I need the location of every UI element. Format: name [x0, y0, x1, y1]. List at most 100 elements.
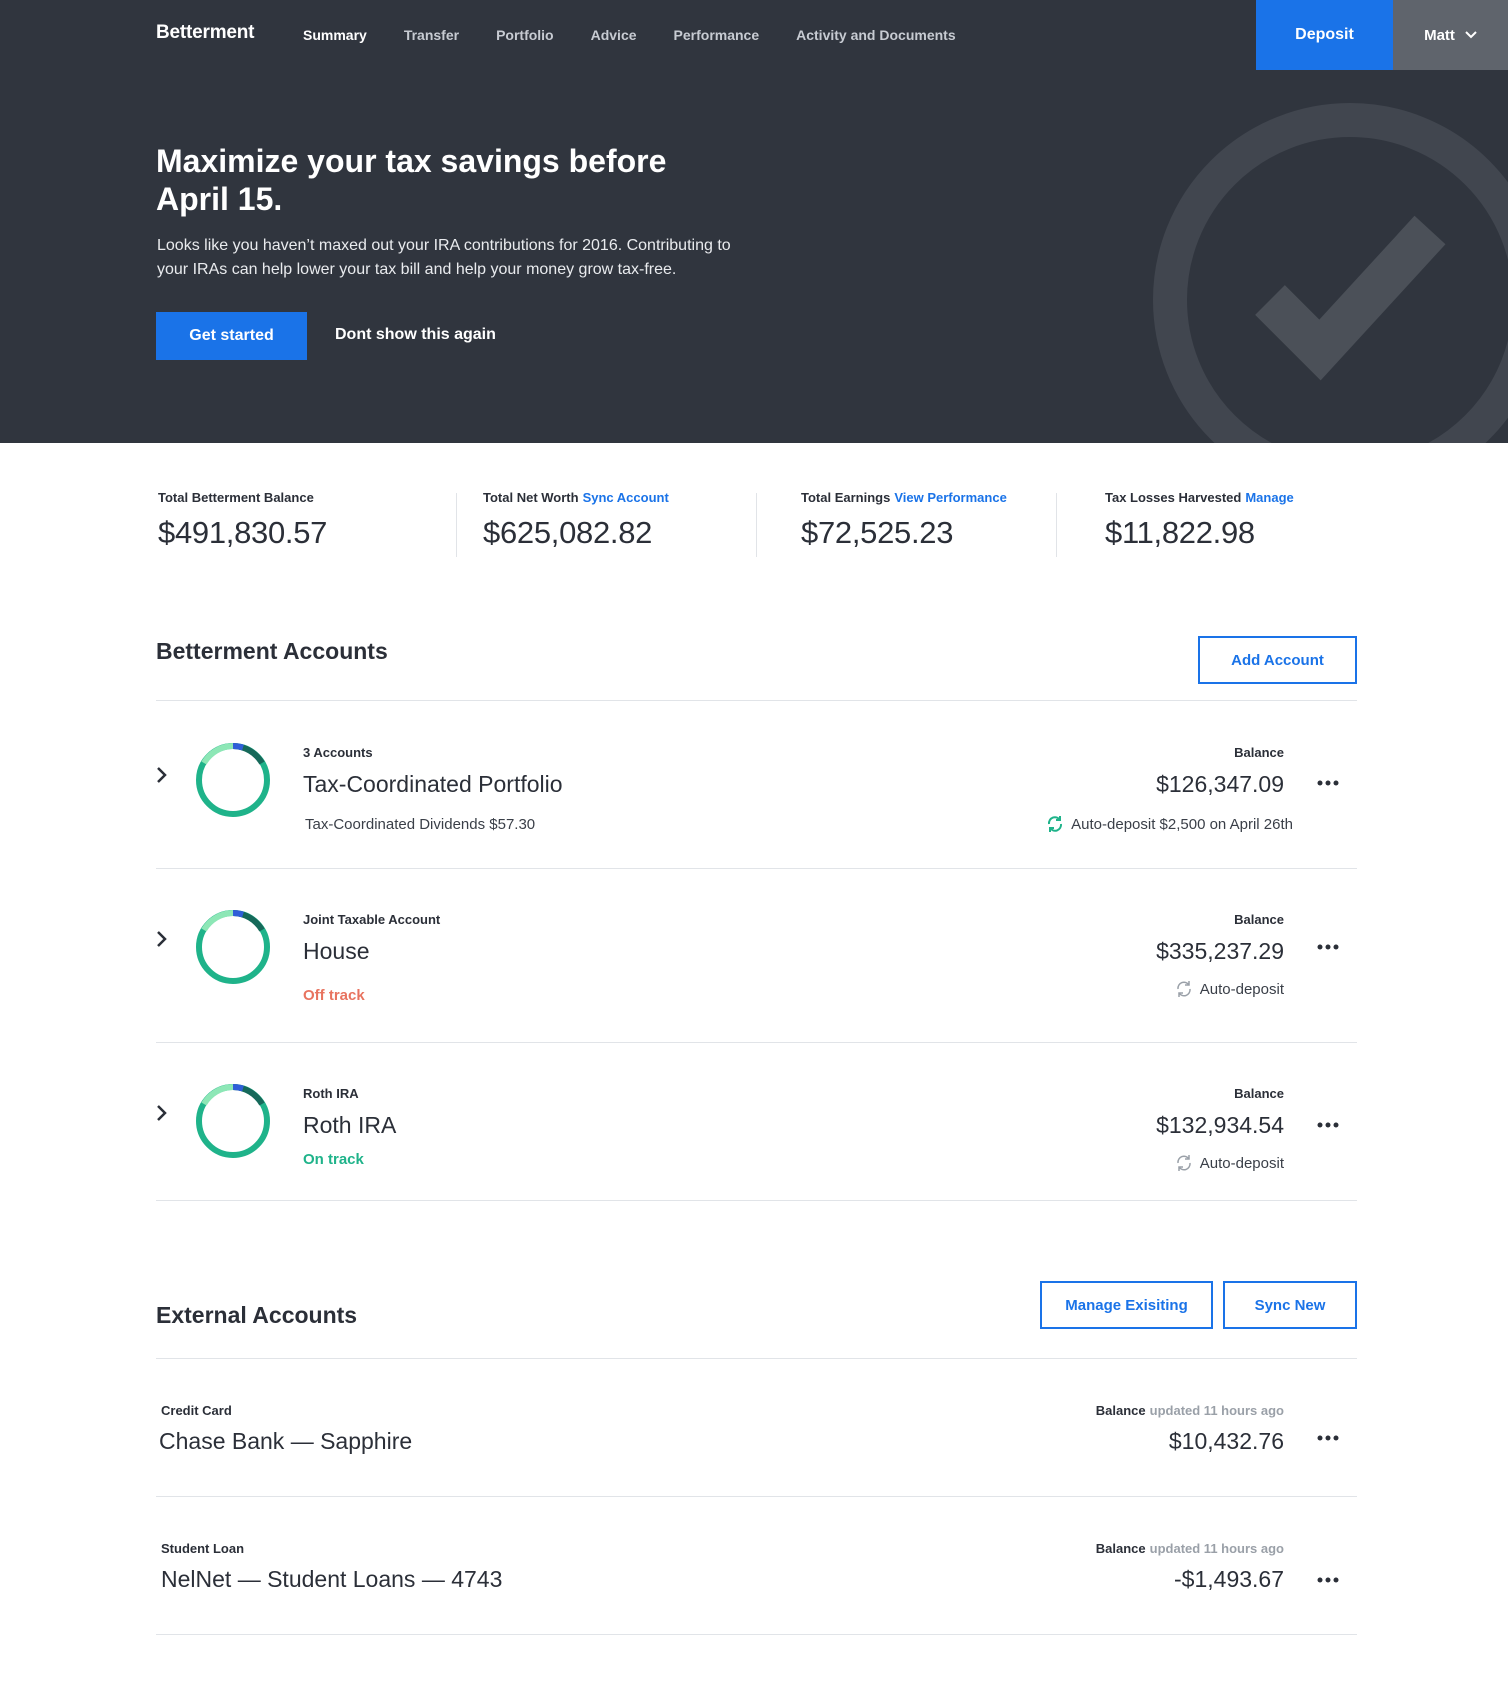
stat-label-text: Tax Losses Harvested	[1105, 490, 1242, 505]
account-type: 3 Accounts	[303, 745, 373, 760]
nav-link-summary[interactable]: Summary	[303, 27, 367, 43]
stat-label: Total Betterment Balance	[158, 490, 327, 505]
refresh-icon	[1048, 816, 1063, 832]
balance-value: $126,347.09	[1156, 771, 1284, 797]
more-options-icon[interactable]	[1317, 1122, 1339, 1128]
goal-status-on-track: On track	[303, 1151, 364, 1168]
portfolio-donut-icon	[196, 742, 270, 817]
checkmark-circle-icon	[1153, 103, 1508, 443]
account-type: Roth IRA	[303, 1086, 359, 1101]
nav-link-portfolio[interactable]: Portfolio	[496, 27, 554, 43]
balance-value: $335,237.29	[1156, 938, 1284, 964]
account-name[interactable]: Chase Bank — Sapphire	[159, 1428, 412, 1455]
get-started-button[interactable]: Get started	[156, 312, 307, 360]
portfolio-donut-icon	[196, 909, 270, 984]
portfolio-donut-icon	[196, 1083, 270, 1158]
more-options-icon[interactable]	[1317, 1577, 1339, 1583]
auto-deposit-text: Auto-deposit	[1199, 1154, 1284, 1172]
nav-link-performance[interactable]: Performance	[674, 27, 760, 43]
divider	[156, 1634, 1357, 1635]
manage-link[interactable]: Manage	[1245, 490, 1293, 505]
external-account-row-chase[interactable]: Credit Card Chase Bank — Sapphire Balanc…	[156, 1359, 1357, 1496]
stat-value: $625,082.82	[483, 515, 653, 550]
more-options-icon[interactable]	[1317, 1435, 1339, 1441]
user-name: Matt	[1424, 26, 1455, 44]
stat-label-text: Total Earnings	[801, 490, 891, 505]
account-row-tax-coordinated[interactable]: 3 Accounts Tax-Coordinated Portfolio Tax…	[156, 701, 1357, 868]
account-type: Joint Taxable Account	[303, 912, 441, 927]
account-type: Student Loan	[161, 1541, 245, 1556]
deposit-button[interactable]: Deposit	[1256, 0, 1393, 70]
balance-value: $132,934.54	[1156, 1112, 1284, 1138]
add-account-button[interactable]: Add Account	[1198, 636, 1357, 684]
stat-value: $491,830.57	[158, 515, 328, 550]
balance-value: $10,432.76	[1168, 1428, 1284, 1454]
chevron-down-icon	[1465, 31, 1477, 39]
account-dividends: Tax-Coordinated Dividends $57.30	[305, 816, 536, 833]
auto-deposit-status[interactable]: Auto-deposit	[1175, 1154, 1284, 1172]
chevron-right-icon[interactable]	[156, 766, 168, 784]
chevron-right-icon[interactable]	[156, 930, 168, 948]
top-nav: Betterment Summary Transfer Portfolio Ad…	[0, 0, 1508, 70]
account-name[interactable]: NelNet — Student Loans — 4743	[161, 1566, 502, 1593]
external-accounts-title: External Accounts	[156, 1302, 358, 1328]
balance-label: Balance	[1234, 1086, 1284, 1101]
nav-links: Summary Transfer Portfolio Advice Perfor…	[303, 0, 993, 70]
banner-body: Looks like you haven’t maxed out your IR…	[157, 237, 731, 278]
stat-total-betterment-balance: Total Betterment Balance $491,830.57	[158, 490, 327, 551]
account-name[interactable]: Tax-Coordinated Portfolio	[303, 771, 563, 798]
stat-label-text: Total Betterment Balance	[158, 490, 314, 505]
balance-label: Balance updated 11 hours ago	[1096, 1541, 1284, 1556]
balance-updated-time: updated 11 hours ago	[1149, 1541, 1284, 1556]
stat-divider	[1056, 493, 1057, 557]
stat-tax-losses-harvested: Tax Losses Harvested Manage $11,822.98	[1105, 490, 1294, 551]
balance-label: Balance	[1234, 912, 1284, 927]
banner-title: Maximize your tax savings before April 1…	[156, 143, 667, 217]
auto-deposit-text: Auto-deposit	[1199, 980, 1284, 998]
goal-status-off-track: Off track	[303, 987, 365, 1004]
refresh-icon	[1177, 981, 1191, 997]
account-row-house[interactable]: Joint Taxable Account House Off track Ba…	[156, 869, 1357, 1042]
betterment-accounts-title: Betterment Accounts	[156, 638, 388, 664]
stat-label: Total Net Worth Sync Account	[483, 490, 669, 505]
balance-value: -$1,493.67	[1174, 1566, 1284, 1592]
tax-savings-banner: Maximize your tax savings before April 1…	[0, 70, 1508, 443]
account-row-roth-ira[interactable]: Roth IRA Roth IRA On track Balance $132,…	[156, 1043, 1357, 1200]
balance-label-text: Balance	[1095, 1403, 1146, 1418]
auto-deposit-status[interactable]: Auto-deposit $2,500 on April 26th	[1046, 815, 1293, 833]
account-name[interactable]: House	[303, 938, 369, 965]
stat-divider	[756, 493, 757, 557]
view-performance-link[interactable]: View Performance	[894, 490, 1006, 505]
stat-value: $11,822.98	[1105, 515, 1255, 550]
external-account-row-nelnet[interactable]: Student Loan NelNet — Student Loans — 47…	[156, 1497, 1357, 1634]
balance-updated-time: updated 11 hours ago	[1149, 1403, 1284, 1418]
sync-account-link[interactable]: Sync Account	[583, 490, 669, 505]
user-menu[interactable]: Matt	[1393, 0, 1508, 70]
nav-link-advice[interactable]: Advice	[591, 27, 637, 43]
auto-deposit-status[interactable]: Auto-deposit	[1175, 980, 1284, 998]
sync-new-button[interactable]: Sync New	[1223, 1281, 1357, 1329]
stat-divider	[456, 493, 457, 557]
stat-label-text: Total Net Worth	[483, 490, 579, 505]
dont-show-again-link[interactable]: Dont show this again	[335, 326, 496, 344]
refresh-icon	[1177, 1155, 1191, 1171]
auto-deposit-text: Auto-deposit $2,500 on April 26th	[1071, 815, 1293, 833]
more-options-icon[interactable]	[1317, 944, 1339, 950]
account-type: Credit Card	[161, 1403, 232, 1418]
stat-total-net-worth: Total Net Worth Sync Account $625,082.82	[483, 490, 669, 551]
brand-logo[interactable]: Betterment	[156, 22, 255, 44]
account-name[interactable]: Roth IRA	[303, 1112, 396, 1139]
balance-label-text: Balance	[1095, 1541, 1146, 1556]
nav-link-transfer[interactable]: Transfer	[404, 27, 459, 43]
balance-label: Balance updated 11 hours ago	[1096, 1403, 1284, 1418]
nav-link-activity-documents[interactable]: Activity and Documents	[796, 27, 955, 43]
chevron-right-icon[interactable]	[156, 1104, 168, 1122]
stat-value: $72,525.23	[801, 515, 954, 550]
manage-existing-button[interactable]: Manage Exisiting	[1040, 1281, 1213, 1329]
stat-label: Tax Losses Harvested Manage	[1105, 490, 1294, 505]
balance-label: Balance	[1234, 745, 1284, 760]
stat-label: Total Earnings View Performance	[801, 490, 1007, 505]
more-options-icon[interactable]	[1317, 780, 1339, 786]
divider	[156, 1200, 1357, 1201]
stat-total-earnings: Total Earnings View Performance $72,525.2…	[801, 490, 1007, 551]
